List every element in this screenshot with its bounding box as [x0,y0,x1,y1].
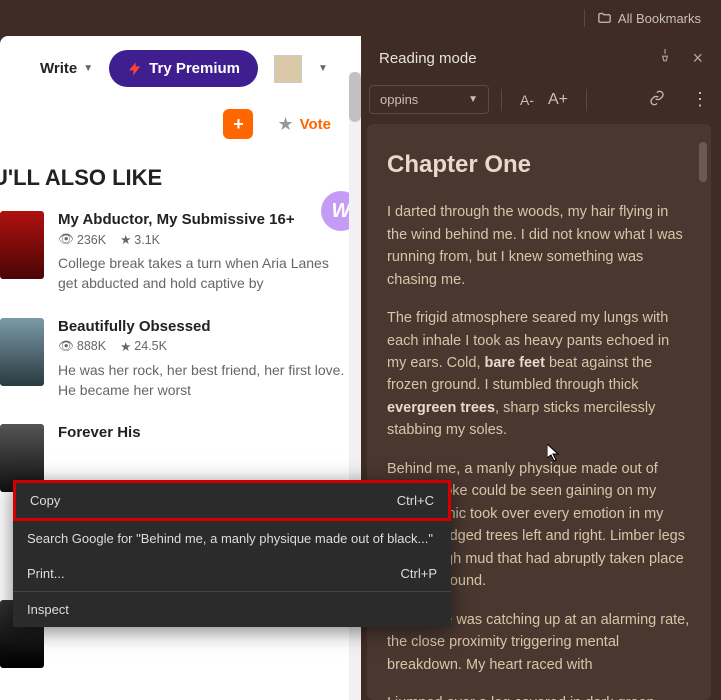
chevron-down-icon: ▼ [83,63,93,74]
vote-button[interactable]: ★ Vote [277,114,331,135]
reading-mode-title: Reading mode [379,50,477,67]
avatar[interactable] [274,55,302,83]
story-item[interactable]: Beautifully Obsessed 👁888K ★24.5K He was… [0,306,361,413]
try-premium-button[interactable]: Try Premium [109,50,258,87]
story-title: Beautifully Obsessed [58,318,347,335]
paragraph: The frigid atmosphere seared my lungs wi… [387,307,691,442]
story-item[interactable]: My Abductor, My Submissive 16+ 👁236K ★3.… [0,199,361,306]
scrollbar-thumb[interactable] [349,72,361,122]
chevron-down-icon: ▼ [468,94,478,105]
story-meta: 👁888K ★24.5K [58,339,347,354]
close-icon[interactable]: × [692,48,703,69]
star-icon: ★ [277,114,293,135]
context-menu: Copy Ctrl+C Search Google for "Behind me… [13,480,451,627]
story-cover [0,318,44,386]
font-select[interactable]: oppins ▼ [369,85,489,114]
pin-icon[interactable] [658,48,672,69]
all-bookmarks-button[interactable]: All Bookmarks [597,11,701,26]
context-menu-search[interactable]: Search Google for "Behind me, a manly ph… [13,521,451,556]
star-icon: ★ [120,339,131,354]
story-description: He was her rock, her best friend, her fi… [58,360,347,401]
story-title: My Abductor, My Submissive 16+ [58,211,347,228]
add-button[interactable]: + [223,109,253,139]
font-size-increase[interactable]: A+ [542,87,574,113]
folder-icon [597,11,612,26]
context-menu-inspect[interactable]: Inspect [13,592,451,627]
star-icon: ★ [120,232,131,247]
paragraph: I jumped over a log covered in dark gree… [387,692,691,700]
eye-icon: 👁 [58,232,74,247]
paragraph: I darted through the woods, my hair flyi… [387,201,691,291]
story-description: College break takes a turn when Aria Lan… [58,253,347,294]
chevron-down-icon[interactable]: ▼ [318,63,328,74]
context-menu-print[interactable]: Print... Ctrl+P [13,556,451,591]
eye-icon: 👁 [58,339,74,354]
story-title: Forever His [58,424,347,441]
write-button[interactable]: Write ▼ [40,60,93,77]
scrollbar[interactable] [699,134,707,690]
story-cover [0,211,44,279]
section-title: U'LL ALSO LIKE [0,147,361,199]
context-menu-copy[interactable]: Copy Ctrl+C [13,480,451,521]
story-meta: 👁236K ★3.1K [58,232,347,247]
scrollbar-thumb[interactable] [699,142,707,182]
link-icon[interactable] [643,86,671,113]
chapter-title: Chapter One [387,146,691,183]
more-icon[interactable]: ⋮ [685,85,713,114]
lightning-icon [127,61,143,77]
font-size-decrease[interactable]: A- [514,88,540,112]
